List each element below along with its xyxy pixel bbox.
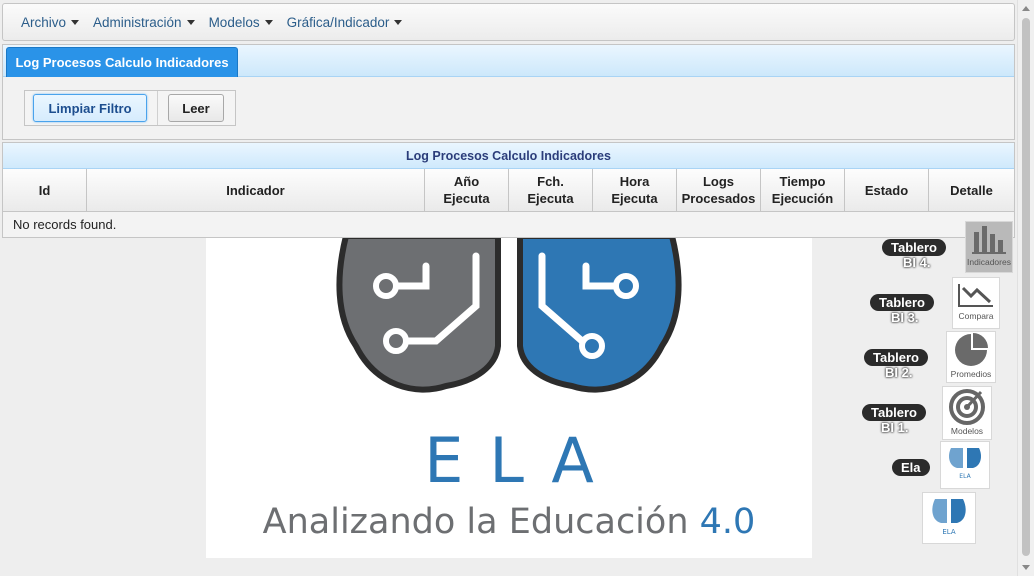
tab-strip: Log Procesos Calculo Indicadores <box>3 45 1014 77</box>
dock-icon-label: Compara <box>958 311 994 321</box>
column-header-label: Procesados <box>681 191 756 206</box>
dock-item-ela[interactable]: ELA <box>940 441 990 489</box>
scroll-up-arrow-icon[interactable] <box>1022 6 1030 11</box>
caret-down-icon <box>71 19 80 25</box>
column-header-label: Hora <box>619 174 650 189</box>
tab-panel: Log Procesos Calculo Indicadores Limpiar… <box>2 44 1015 140</box>
column-header-label: Ejecuta <box>611 191 658 206</box>
toolbar-separator <box>157 91 158 125</box>
menu-label: Modelos <box>208 14 260 30</box>
dock-sub-bi1: BI 1. <box>881 420 909 435</box>
dock-sub-bi4: BI 4. <box>903 255 931 270</box>
menu-administracion[interactable]: Administración <box>93 15 195 30</box>
menu-label: Administración <box>93 14 182 30</box>
menu-archivo[interactable]: Archivo <box>21 14 80 30</box>
dock-item-compara[interactable]: Compara <box>952 277 1000 329</box>
bar-chart-icon <box>972 226 1006 254</box>
column-header-label: Id <box>38 182 51 198</box>
column-header-label: Ejecuta <box>527 191 574 206</box>
tab-log-procesos[interactable]: Log Procesos Calculo Indicadores <box>6 47 238 77</box>
grid-caption: Log Procesos Calculo Indicadores <box>3 143 1014 169</box>
caret-down-icon <box>394 19 403 25</box>
empty-message: No records found. <box>3 212 1014 237</box>
column-header-label: Detalle <box>950 182 993 198</box>
menu-modelos[interactable]: Modelos <box>209 15 273 30</box>
column-header-label: Logs <box>702 174 735 189</box>
column-header-label: Tiempo <box>779 174 826 189</box>
ela-logo-icon: ELA <box>932 499 966 536</box>
dock-sub-bi2: BI 2. <box>885 365 913 380</box>
dock-label-ela[interactable]: Ela <box>892 459 930 476</box>
column-header-indicador[interactable]: Indicador <box>87 169 425 211</box>
column-header-label: Estado <box>864 182 909 198</box>
scroll-down-arrow-icon[interactable] <box>1022 565 1030 570</box>
dock-icon-label: Modelos <box>950 426 984 436</box>
menu-grafica-indicador[interactable]: Gráfica/Indicador <box>287 15 403 30</box>
column-header-id[interactable]: Id <box>3 169 87 211</box>
column-header-hora-ejecuta[interactable]: Hora Ejecuta <box>593 169 677 211</box>
logo-version: 4.0 <box>699 502 756 542</box>
trend-line-icon <box>958 284 993 307</box>
ela-logo-icon: ELA <box>949 448 981 480</box>
logo-title: ELA <box>424 424 620 497</box>
log-grid: Log Procesos Calculo Indicadores Id Indi… <box>2 142 1015 238</box>
ela-background-logo: ELA Analizando la Educación 4.0 <box>206 236 812 558</box>
caret-down-icon <box>264 19 273 25</box>
column-header-label: Indicador <box>226 182 285 198</box>
column-header-estado[interactable]: Estado <box>845 169 929 211</box>
pie-chart-icon <box>955 333 988 366</box>
logo-tagline-text: Analizando la Educación <box>262 502 689 542</box>
column-header-label: Ejecuta <box>443 191 490 206</box>
column-header-label: Fch. <box>537 174 564 189</box>
ela-brand-tile: ELA <box>922 492 976 544</box>
column-header-fch-ejecuta[interactable]: Fch. Ejecuta <box>509 169 593 211</box>
dock-icon-label: Indicadores <box>967 257 1011 267</box>
dock-item-indicadores[interactable]: Indicadores <box>965 221 1013 273</box>
dock-icon-label: Promedios <box>950 369 992 379</box>
dock-label-bi3[interactable]: Tablero <box>870 294 934 311</box>
column-header-detalle[interactable]: Detalle <box>929 169 1014 211</box>
column-header-anio-ejecuta[interactable]: Año Ejecuta <box>425 169 509 211</box>
grid-header-row: Id Indicador Año Ejecuta Fch. Ejecuta Hora… <box>3 169 1014 212</box>
top-menubar: Archivo Administración Modelos Gráfica/I… <box>2 3 1015 41</box>
target-icon <box>949 389 985 425</box>
dock-label-bi2[interactable]: Tablero <box>864 349 928 366</box>
caret-down-icon <box>186 19 195 25</box>
filter-toolbar: Limpiar Filtro Leer <box>24 90 236 126</box>
menu-label: Gráfica/Indicador <box>286 14 390 30</box>
dock-label-bi1[interactable]: Tablero <box>862 404 926 421</box>
brain-logo-icon <box>336 236 682 393</box>
column-header-label: Año <box>453 174 480 189</box>
dock-item-modelos[interactable]: Modelos <box>942 386 992 440</box>
scroll-thumb[interactable] <box>1022 18 1030 556</box>
dock-item-promedios[interactable]: Promedios <box>946 331 996 383</box>
column-header-logs-procesados[interactable]: Logs Procesados <box>677 169 761 211</box>
menu-label: Archivo <box>21 14 67 30</box>
dock-label-bi4[interactable]: Tablero <box>882 239 946 256</box>
column-header-tiempo-ejecucion[interactable]: Tiempo Ejecución <box>761 169 845 211</box>
dock-sub-bi3: BI 3. <box>891 310 919 325</box>
logo-tagline: Analizando la Educación 4.0 <box>206 502 812 542</box>
clear-filter-button[interactable]: Limpiar Filtro <box>33 94 147 122</box>
ela-icon-caption: ELA <box>959 473 971 480</box>
read-button[interactable]: Leer <box>168 94 224 122</box>
ela-tile-caption: ELA <box>942 528 955 536</box>
vertical-scrollbar[interactable] <box>1017 0 1034 576</box>
column-header-label: Ejecución <box>771 191 834 206</box>
